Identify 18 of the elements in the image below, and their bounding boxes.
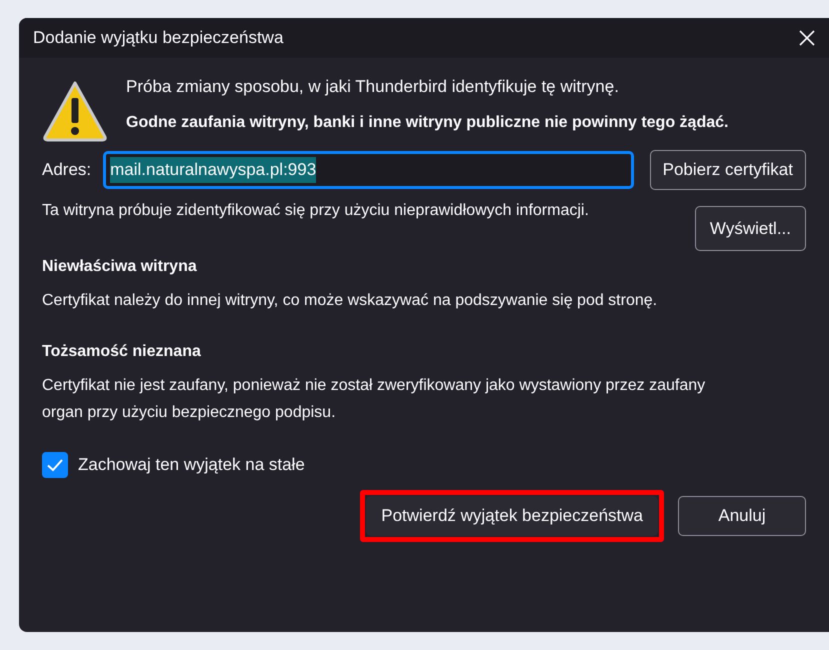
checkbox[interactable]	[42, 452, 68, 478]
address-field[interactable]: mail.naturalnawyspa.pl:993	[103, 151, 634, 189]
confirm-button[interactable]: Potwierdź wyjątek bezpieczeństwa	[366, 496, 658, 536]
close-icon	[798, 29, 816, 47]
checkbox-label: Zachowaj ten wyjątek na stałe	[78, 454, 305, 476]
get-certificate-button[interactable]: Pobierz certyfikat	[650, 150, 806, 190]
warning-icon	[42, 80, 108, 142]
status-text: Ta witryna próbuje zidentyfikować się przy użyciu nieprawidłowych informacji.	[42, 201, 590, 221]
address-label: Adres:	[42, 159, 92, 182]
warning-text: Próba zmiany sposobu, w jaki Thunderbird identyfikuje tę witrynę.	[126, 76, 620, 98]
cancel-button[interactable]: Anuluj	[678, 496, 806, 536]
view-button[interactable]: Wyświetl...	[694, 206, 806, 251]
window-title: Dodanie wyjątku bezpieczeństwa	[33, 27, 284, 50]
section-text: Certyfikat nie jest zaufany, ponieważ nie został zweryfikowany jako wystawiony przez zaufany organ przy użyciu bezpiecznego podpisu.	[42, 376, 706, 423]
section-heading: Tożsamość nieznana	[42, 342, 202, 362]
warning-emphasis: Godne zaufania witryny, banki i inne witryny publiczne nie powinny tego żądać.	[126, 112, 730, 132]
section-heading: Niewłaściwa witryna	[42, 257, 198, 277]
section-text: Certyfikat należy do innej witryny, co może wskazywać na podszywanie się pod stronę.	[42, 291, 658, 311]
